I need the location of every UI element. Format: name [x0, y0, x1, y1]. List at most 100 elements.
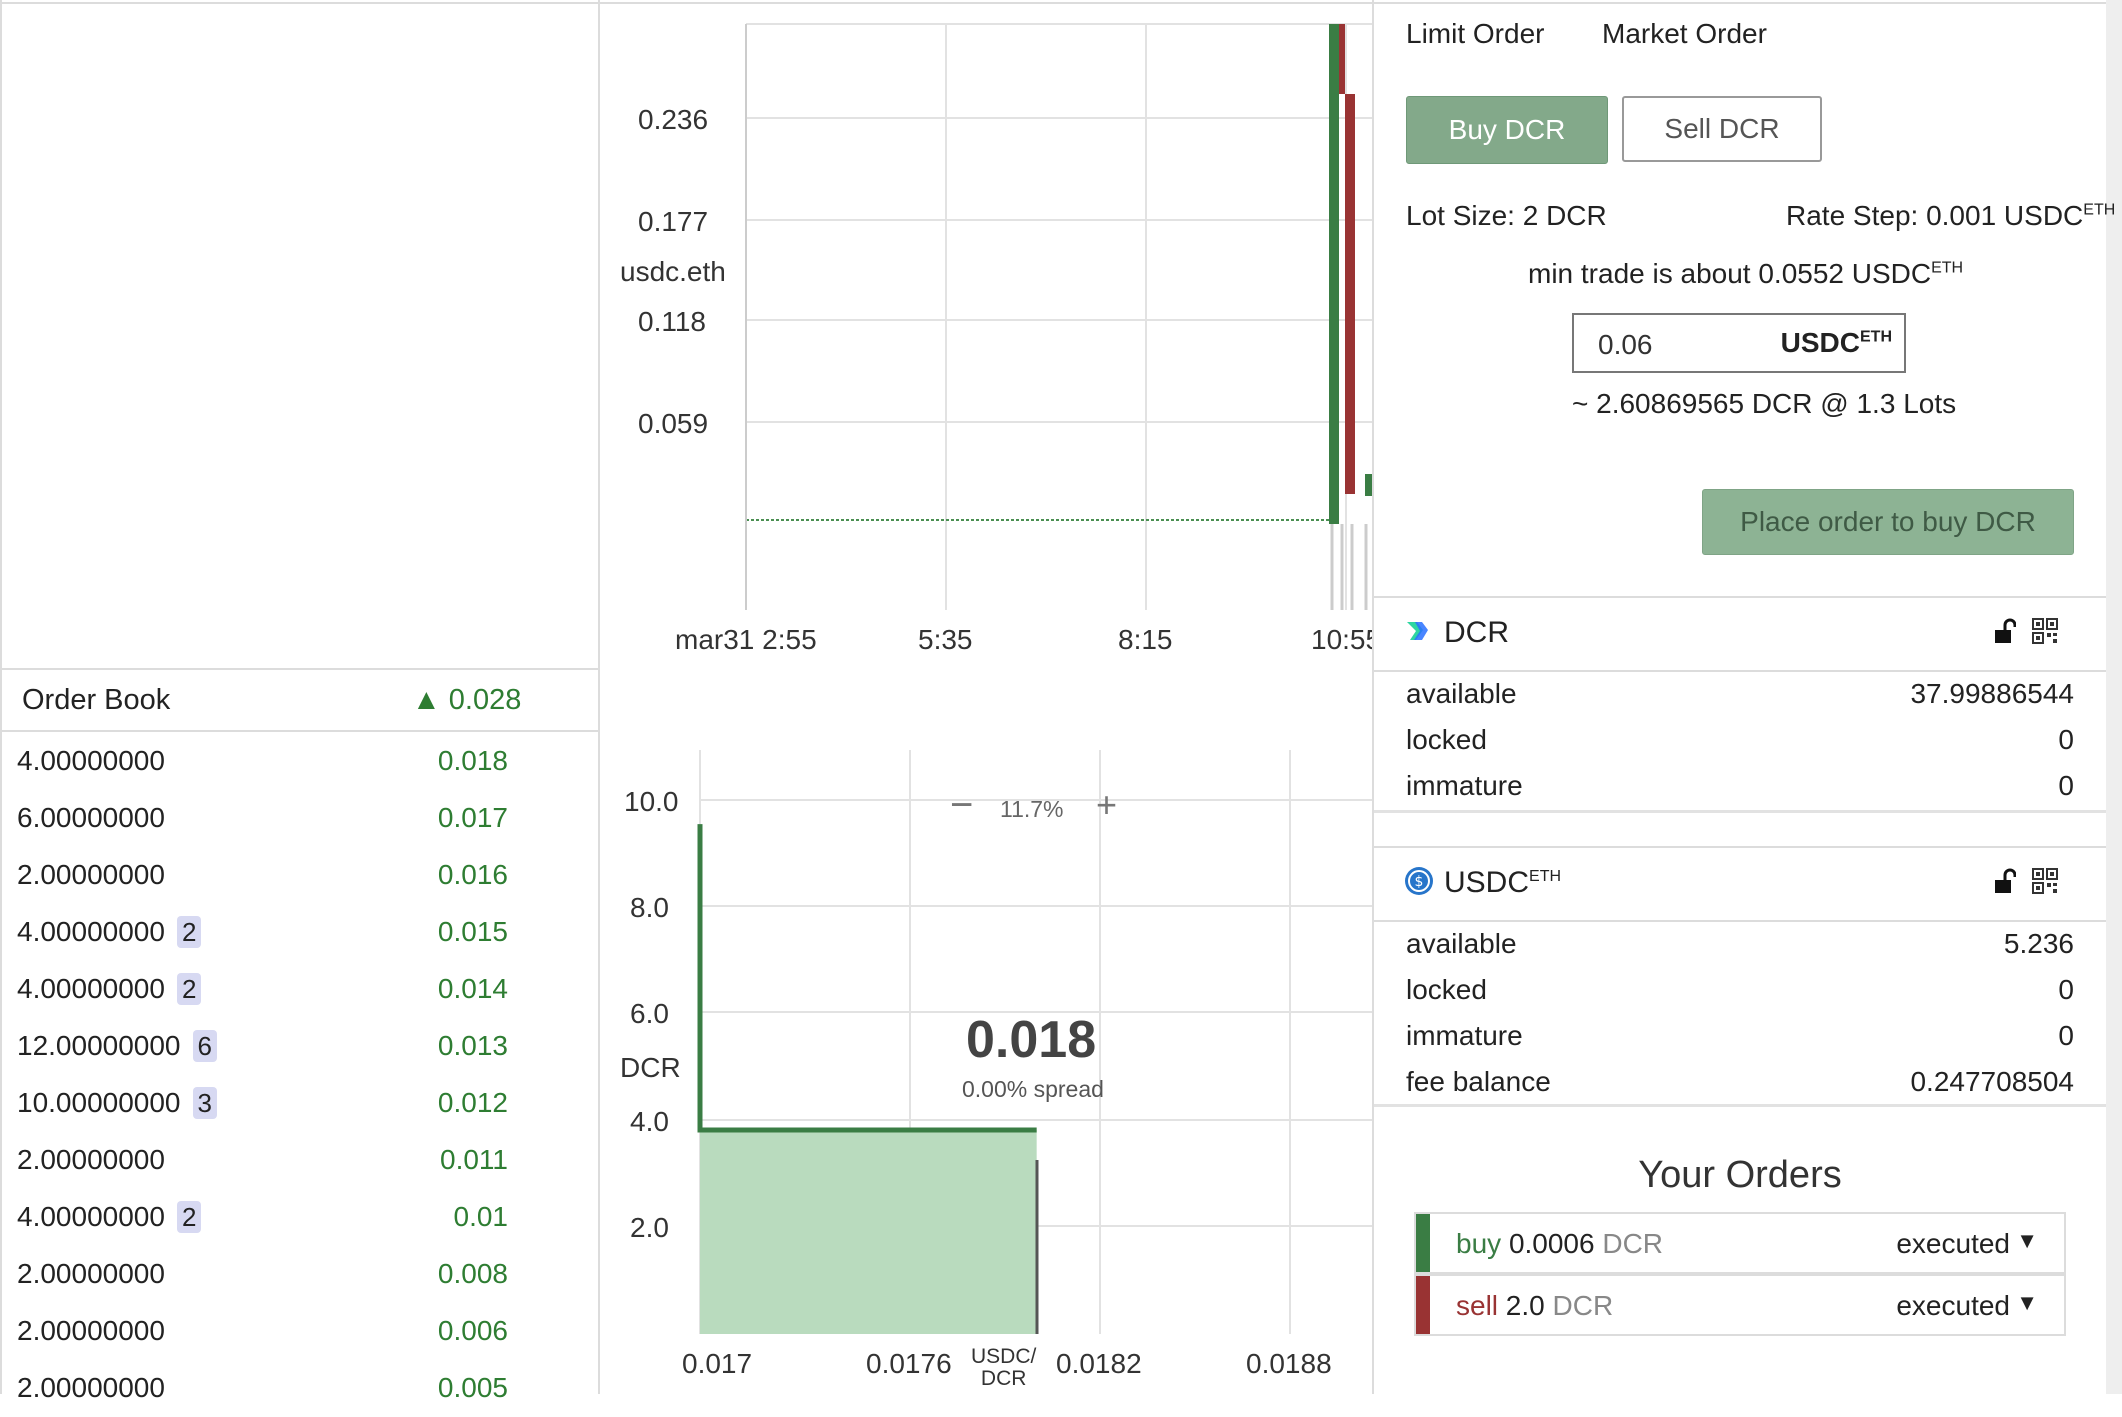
sell-button[interactable]: Sell DCR: [1622, 96, 1822, 162]
min-trade-text: min trade is about 0.0552 USDC: [1528, 258, 1932, 289]
wallet-dcr-row: available 37.99886544: [1406, 674, 2074, 718]
wallet-dcr-name: DCR: [1444, 616, 1509, 649]
wallet-usdc-row: available 5.236: [1406, 924, 2074, 968]
order-book-row[interactable]: 2.00000000 0.016: [0, 847, 598, 904]
lot-size: Lot Size: 2 DCR: [1406, 200, 1607, 231]
wallet-divider: [1374, 810, 2106, 813]
expand-caret-icon[interactable]: ▼: [2016, 1228, 2038, 1254]
buy-button[interactable]: Buy DCR: [1406, 96, 1608, 164]
side-color-bar: [1416, 1214, 1430, 1272]
unlock-icon[interactable]: [1994, 618, 2016, 644]
quantity-value[interactable]: 0.06: [1598, 329, 1653, 361]
order-status: executed: [1896, 1228, 2010, 1259]
order-book-row[interactable]: 2.00000000 0.006: [0, 1303, 598, 1360]
rate-step-text: Rate Step: 0.001 USDC: [1786, 200, 2084, 231]
order-summary: buy 0.0006 DCR: [1456, 1228, 1663, 1260]
order-unit: DCR: [1552, 1290, 1614, 1321]
candle-green-1: [1329, 24, 1339, 524]
order-book-row[interactable]: 4.00000000 0.018: [0, 733, 598, 790]
order-count-badge: 6: [192, 1030, 217, 1062]
quantity-input[interactable]: 0.06 USDCETH: [1572, 313, 1906, 373]
depth-xlabel-line1: USDC/: [971, 1345, 1037, 1368]
quantity-unit: USDCETH: [1781, 327, 1892, 359]
rate-step-sup: ETH: [2083, 201, 2116, 219]
order-book-qty-value: 4.00000000: [17, 916, 165, 947]
order-book-row[interactable]: 2.00000000 0.011: [0, 1132, 598, 1189]
wallet-divider: [1374, 1104, 2106, 1107]
row-value: 5.236: [2003, 928, 2074, 959]
order-book-qty-value: 2.00000000: [17, 1258, 165, 1289]
order-book-qty-value: 4.00000000: [17, 745, 165, 776]
row-key: locked: [1406, 724, 1487, 755]
user-order-row[interactable]: buy 0.0006 DCR executed ▼: [1414, 1212, 2066, 1274]
order-book-price: 0.006: [437, 1315, 508, 1346]
order-book-price: 0.011: [440, 1144, 508, 1175]
candle-green-2: [1365, 474, 1372, 496]
rate-step: Rate Step: 0.001 USDCETH: [1786, 200, 2115, 232]
order-book-row[interactable]: 4.00000000 2 0.015: [0, 904, 598, 961]
depth-ytick: 6.0: [630, 998, 669, 1029]
price-change: ▲ 0.028: [412, 684, 522, 716]
order-book-qty: 4.00000000 2: [17, 1201, 202, 1233]
wallet-usdc-name-sup: ETH: [1529, 868, 1562, 885]
unlock-icon[interactable]: [1994, 868, 2016, 894]
wallet-usdc-name: USDCETH: [1444, 866, 1561, 900]
min-trade: min trade is about 0.0552 USDCETH: [1528, 258, 1963, 290]
order-book-price: 0.014: [437, 973, 508, 1004]
spread-label: 0.00% spread: [962, 1076, 1104, 1102]
order-unit: DCR: [1602, 1228, 1664, 1259]
order-book-row[interactable]: 2.00000000 0.005: [0, 1360, 598, 1417]
zoom-in-button[interactable]: +: [1096, 787, 1117, 823]
depth-ytick: 4.0: [630, 1106, 669, 1137]
candle-xtick: 5:35: [918, 624, 973, 655]
order-book-price: 0.012: [437, 1087, 508, 1118]
candle-red-2: [1345, 94, 1355, 494]
order-amount: 2.0: [1505, 1290, 1545, 1321]
zoom-level: 11.7%: [1000, 796, 1064, 822]
expand-caret-icon[interactable]: ▼: [2016, 1290, 2038, 1316]
wallet-dcr-header: DCR: [1374, 596, 2106, 672]
order-book-price: 0.008: [437, 1258, 508, 1289]
depth-xlabel: USDC/DCR: [971, 1346, 1036, 1390]
order-amount: 0.0006: [1508, 1228, 1595, 1259]
order-book-row[interactable]: 6.00000000 0.017: [0, 790, 598, 847]
order-book-row[interactable]: 12.00000000 6 0.013: [0, 1018, 598, 1075]
order-book-qty: 10.00000000 3: [17, 1087, 217, 1119]
order-book-qty-value: 4.00000000: [17, 973, 165, 1004]
user-order-row[interactable]: sell 2.0 DCR executed ▼: [1414, 1274, 2066, 1336]
usdc-logo-icon: $: [1405, 867, 1433, 895]
order-book-qty-value: 10.00000000: [17, 1087, 181, 1118]
place-order-button[interactable]: Place order to buy DCR: [1702, 489, 2074, 555]
candle-chart: [745, 23, 1372, 610]
zoom-out-button[interactable]: −: [950, 785, 973, 825]
wallet-usdc-name-text: USDC: [1444, 866, 1530, 899]
row-value: 0: [2058, 974, 2074, 1005]
row-value: 0.247708504: [1910, 1066, 2074, 1097]
order-book-price: 0.016: [437, 859, 508, 890]
order-book-row[interactable]: 4.00000000 2 0.01: [0, 1189, 598, 1246]
order-book-qty-value: 4.00000000: [17, 1201, 165, 1232]
tab-market-order[interactable]: Market Order: [1602, 18, 1767, 50]
candle-red-1: [1339, 24, 1345, 94]
wallet-dcr-row: immature 0: [1406, 766, 2074, 810]
order-book-row[interactable]: 10.00000000 3 0.012: [0, 1075, 598, 1132]
depth-xtick: 0.0188: [1246, 1348, 1332, 1379]
depth-xtick: 0.0176: [866, 1348, 952, 1379]
order-book-qty-value: 2.00000000: [17, 1372, 165, 1403]
depth-ylabel: DCR: [620, 1052, 681, 1083]
order-book-qty: 2.00000000: [17, 1372, 165, 1404]
row-key: immature: [1406, 1020, 1523, 1051]
qr-code-icon[interactable]: [2032, 868, 2058, 894]
qr-code-icon[interactable]: [2032, 618, 2058, 644]
wallet-usdc-row: locked 0: [1406, 970, 2074, 1014]
depth-ytick: 8.0: [630, 892, 669, 923]
row-key: locked: [1406, 974, 1487, 1005]
order-book-row[interactable]: 4.00000000 2 0.014: [0, 961, 598, 1018]
order-book-row[interactable]: 2.00000000 0.008: [0, 1246, 598, 1303]
order-book-qty: 4.00000000: [17, 745, 165, 777]
lot-estimate: ~ 2.60869565 DCR @ 1.3 Lots: [1572, 388, 1957, 419]
order-book-qty: 6.00000000: [17, 802, 165, 834]
tab-limit-order[interactable]: Limit Order: [1406, 18, 1544, 50]
order-book-qty: 4.00000000 2: [17, 973, 202, 1005]
order-book-qty: 2.00000000: [17, 1144, 165, 1176]
